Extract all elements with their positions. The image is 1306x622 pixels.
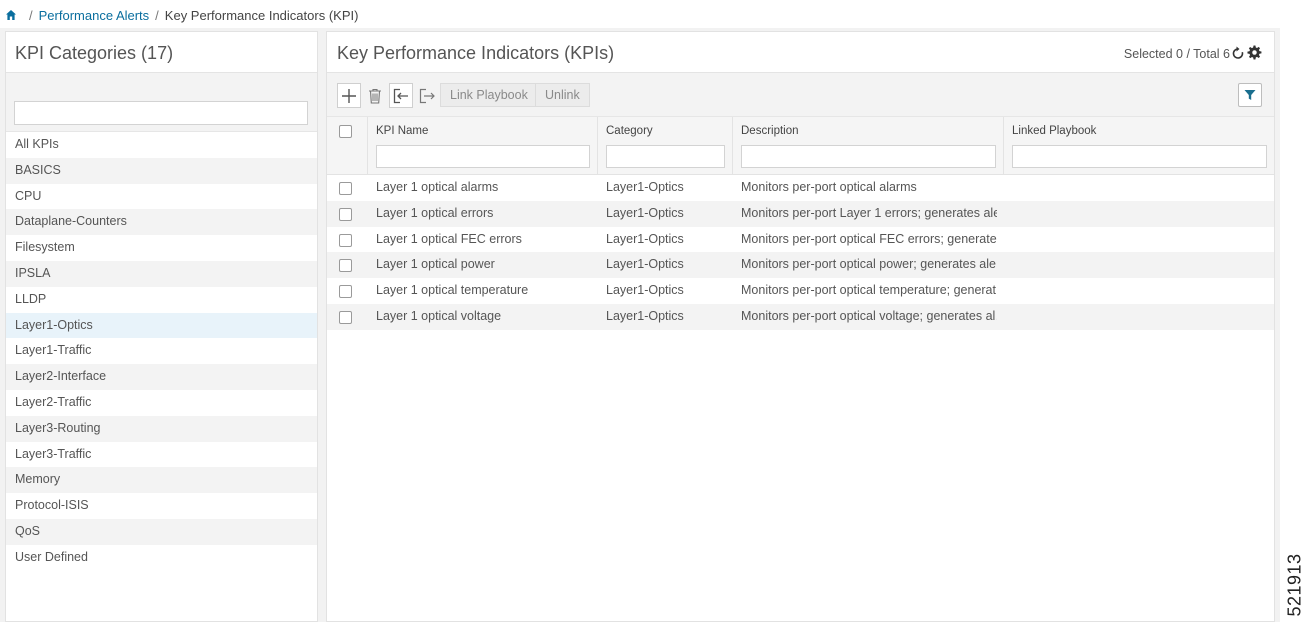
category-item[interactable]: IPSLA [6,260,317,287]
linked-playbook-filter-input[interactable] [1012,145,1267,168]
table-header: KPI Name Category Description Linked Pla… [327,117,1274,175]
breadcrumb-current: Key Performance Indicators (KPI) [164,7,359,23]
cell-category: Layer1-Optics [606,283,684,298]
page-title: Key Performance Indicators (KPIs) [337,43,615,63]
category-item[interactable]: All KPIs [6,132,317,158]
category-item[interactable]: BASICS [6,157,317,184]
export-icon [419,88,435,103]
breadcrumb-separator: / [29,7,33,23]
category-filter-area [6,73,317,132]
category-item[interactable]: Layer1-Traffic [6,338,317,364]
cell-category: Layer1-Optics [606,180,684,194]
category-list: All KPIs BASICS CPU Dataplane-Counters Files… [6,132,317,571]
cell-name: Layer 1 optical temperature [376,283,529,298]
cell-category: Layer1-Optics [606,308,684,323]
app-frame: KPI Categories (17) All KPIs BASICS CPU Dat… [0,28,1280,622]
kpi-name-filter-input[interactable] [376,145,590,168]
column-header-label: Category [606,125,653,137]
filter-button[interactable] [1238,83,1262,107]
select-all-column [327,117,368,175]
category-item[interactable]: Protocol-ISIS [6,493,317,519]
category-item[interactable]: Layer2-Interface [6,364,317,390]
cell-name: Layer 1 optical alarms [376,180,499,194]
cell-description: Monitors per-port optical temperature; g… [741,283,997,298]
unlink-button[interactable]: Unlink [535,83,590,107]
export-button[interactable] [417,83,437,108]
cell-name: Layer 1 optical power [376,257,495,272]
row-checkbox[interactable] [339,182,352,195]
kpi-panel: Key Performance Indicators (KPIs) Select… [326,31,1275,622]
category-item[interactable]: Layer3-Routing [6,415,317,442]
figure-id: 521913 [1284,548,1306,622]
column-header-label: KPI Name [376,125,429,137]
add-button[interactable] [337,83,361,108]
breadcrumb-separator: / [155,7,159,23]
category-item[interactable]: CPU [6,184,317,210]
kpi-table-body: Layer 1 optical alarms Layer1-Optics Monit… [327,175,1274,330]
row-checkbox[interactable] [339,259,352,273]
add-icon [342,88,356,103]
link-playbook-button[interactable]: Link Playbook [440,83,538,107]
row-checkbox[interactable] [339,233,352,247]
category-item[interactable]: User Defined [6,545,317,571]
column-header-label: Linked Playbook [1012,125,1097,137]
cell-category: Layer1-Optics [606,257,684,272]
row-checkbox[interactable] [339,207,352,221]
import-button[interactable] [389,83,413,108]
column-category[interactable]: Category [598,117,733,175]
figure-id-text: 521913 [1284,553,1305,617]
cell-category: Layer1-Optics [606,231,684,246]
cell-description: Monitors per-port optical alarms [741,180,917,194]
category-filter-input[interactable] [606,145,725,168]
filter-icon [1244,90,1256,100]
cell-name: Layer 1 optical errors [376,205,494,220]
cell-description: Monitors per-port optical power; generat… [741,257,997,272]
kpi-panel-header: Key Performance Indicators (KPIs) Select… [327,32,1274,73]
category-item[interactable]: Layer3-Traffic [6,442,317,468]
cell-description: Monitors per-port optical FEC errors; ge… [741,231,997,246]
category-item[interactable]: LLDP [6,287,317,313]
cell-name: Layer 1 optical FEC errors [376,231,522,246]
delete-icon [369,88,381,104]
category-item[interactable]: Layer2-Traffic [6,390,317,416]
cell-description: Monitors per-port Layer 1 errors; genera… [741,205,997,220]
category-item[interactable]: Memory [6,467,317,494]
home-icon[interactable] [5,9,17,21]
category-item[interactable]: Dataplane-Counters [6,209,317,236]
row-checkbox[interactable] [339,285,352,299]
table-row[interactable]: Layer 1 optical FEC errors Layer1-Optics M… [327,227,1274,253]
category-item[interactable]: QoS [6,518,317,545]
description-filter-input[interactable] [741,145,996,168]
cell-name: Layer 1 optical voltage [376,308,502,323]
kpi-categories-panel: KPI Categories (17) All KPIs BASICS CPU Dat… [5,31,318,622]
column-header-label: Description [741,125,799,137]
selection-count: Selected 0 / Total 6 [1123,47,1230,61]
category-search-input[interactable] [14,101,308,125]
table-row[interactable]: Layer 1 optical errors Layer1-Optics Monit… [327,200,1274,227]
category-item[interactable]: Layer1-Optics [6,312,317,339]
column-description[interactable]: Description [733,117,1004,175]
breadcrumb: / Performance Alerts / Key Performance I… [5,6,358,24]
kpi-toolbar: Link Playbook Unlink [327,73,1274,117]
row-checkbox[interactable] [339,310,352,324]
cell-description: Monitors per-port optical voltage; gener… [741,308,997,323]
cell-category: Layer1-Optics [606,205,684,220]
kpi-categories-title: KPI Categories (17) [6,32,317,73]
delete-button[interactable] [365,83,385,108]
column-kpi-name[interactable]: KPI Name [368,117,598,175]
gear-icon[interactable] [1247,45,1262,60]
category-item[interactable]: Filesystem [6,235,317,261]
table-row[interactable]: Layer 1 optical power Layer1-Optics Monito… [327,252,1274,279]
import-icon [393,88,408,103]
table-row[interactable]: Layer 1 optical alarms Layer1-Optics Monit… [327,175,1274,201]
refresh-icon[interactable] [1232,46,1244,60]
column-linked-playbook[interactable]: Linked Playbook [1004,117,1275,175]
breadcrumb-link-performance-alerts[interactable]: Performance Alerts [39,8,150,23]
table-row[interactable]: Layer 1 optical voltage Layer1-Optics Moni… [327,303,1274,330]
table-row[interactable]: Layer 1 optical temperature Layer1-Optics… [327,278,1274,304]
select-all-checkbox[interactable] [339,125,352,138]
